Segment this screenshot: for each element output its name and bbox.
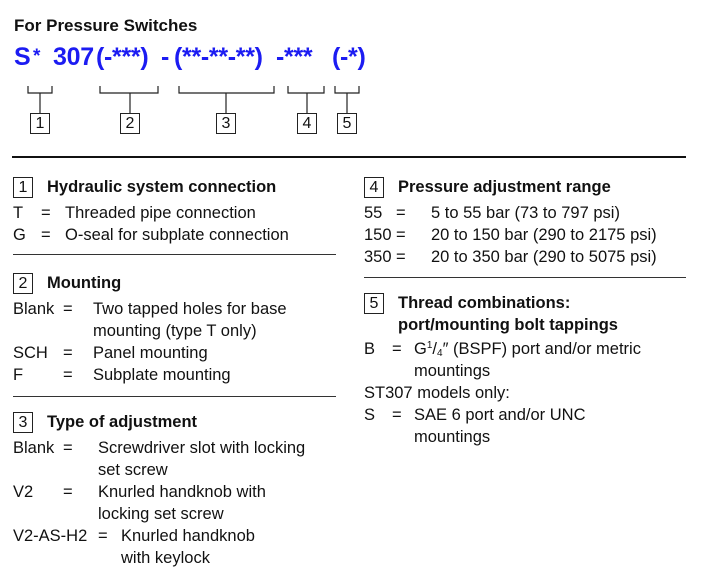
header-divider	[12, 156, 686, 158]
s3-row-desc-cont: locking set screw	[98, 505, 224, 523]
s4-row-desc: 20 to 150 bar (290 to 2175 psi)	[431, 226, 657, 244]
s5-row-eq: =	[392, 406, 402, 424]
section-3-heading: Type of adjustment	[47, 413, 198, 431]
s2-row-eq: =	[63, 344, 73, 362]
bracket-3	[178, 86, 275, 113]
s5-thread-desc: ″ (BSPF) port and/or metric	[442, 340, 641, 358]
s3-row-eq: =	[98, 527, 108, 545]
s3-row-desc-cont: with keylock	[121, 549, 210, 567]
s4-row-eq: =	[396, 204, 406, 222]
s1-row-desc: O-seal for subplate connection	[65, 226, 289, 244]
callout-box-4: 4	[297, 113, 317, 134]
s1-row-code: T	[13, 204, 24, 222]
s5-row-desc: G1/4″ (BSPF) port and/or metric	[414, 340, 641, 359]
s4-row-desc: 20 to 350 bar (290 to 5075 psi)	[431, 248, 657, 266]
section-5-heading: Thread combinations:	[398, 294, 571, 312]
s3-row-code: Blank	[13, 439, 55, 457]
s2-row-code: F	[13, 366, 24, 384]
callout-box-3: 3	[216, 113, 236, 134]
bracket-1	[27, 86, 53, 113]
section-3-number: 3	[13, 412, 33, 433]
s3-row-desc: Knurled handknob with	[98, 483, 266, 501]
section-4-divider	[364, 277, 686, 278]
s3-row-desc: Knurled handknob	[121, 527, 255, 545]
s5-row-code: B	[364, 340, 376, 358]
s5-row-code: S	[364, 406, 376, 424]
bracket-4	[287, 86, 325, 113]
section-5-heading-cont: port/mounting bolt tappings	[398, 316, 618, 334]
bracket-5	[334, 86, 360, 113]
s2-row-eq: =	[63, 366, 73, 384]
s2-row-desc-cont: mounting (type T only)	[93, 322, 257, 340]
s2-row-desc: Subplate mounting	[93, 366, 231, 384]
s3-row-code: V2	[13, 483, 34, 501]
s4-row-code: 55	[364, 204, 383, 222]
section-2-heading: Mounting	[47, 274, 122, 292]
s3-row-desc: Screwdriver slot with locking	[98, 439, 306, 457]
callout-box-5: 5	[337, 113, 357, 134]
callout-box-2: 2	[120, 113, 140, 134]
s4-row-code: 350	[364, 248, 392, 266]
s2-row-code: SCH	[13, 344, 48, 362]
s5-row-desc: SAE 6 port and/or UNC	[414, 406, 586, 424]
s2-row-desc: Panel mounting	[93, 344, 208, 362]
s1-row-desc: Threaded pipe connection	[65, 204, 256, 222]
s1-row-eq: =	[41, 204, 51, 222]
s4-row-eq: =	[396, 248, 406, 266]
section-2-divider	[13, 396, 336, 397]
s5-row-desc-cont: mountings	[414, 428, 491, 446]
s3-row-eq: =	[63, 439, 73, 457]
section-5-number: 5	[364, 293, 384, 314]
s2-row-eq: =	[63, 300, 73, 318]
s5-note: ST307 models only:	[364, 384, 510, 402]
s5-row-eq: =	[392, 340, 402, 358]
s3-row-desc-cont: set screw	[98, 461, 168, 479]
s2-row-desc: Two tapped holes for base	[93, 300, 287, 318]
callout-box-1: 1	[30, 113, 50, 134]
section-4-heading: Pressure adjustment range	[398, 178, 611, 196]
s4-row-eq: =	[396, 226, 406, 244]
s5-row-desc-cont: mountings	[414, 362, 491, 380]
s5-thread-g: G	[414, 340, 427, 358]
s3-row-code: V2-AS-H2	[13, 527, 88, 545]
bracket-2	[99, 86, 159, 113]
s2-row-code: Blank	[13, 300, 55, 318]
section-4-number: 4	[364, 177, 384, 198]
section-1-divider	[13, 254, 336, 255]
section-1-number: 1	[13, 177, 33, 198]
s4-row-code: 150	[364, 226, 392, 244]
section-2-number: 2	[13, 273, 33, 294]
s1-row-eq: =	[41, 226, 51, 244]
s4-row-desc: 5 to 55 bar (73 to 797 psi)	[431, 204, 620, 222]
section-1-heading: Hydraulic system connection	[47, 178, 277, 196]
s3-row-eq: =	[63, 483, 73, 501]
s1-row-code: G	[13, 226, 26, 244]
